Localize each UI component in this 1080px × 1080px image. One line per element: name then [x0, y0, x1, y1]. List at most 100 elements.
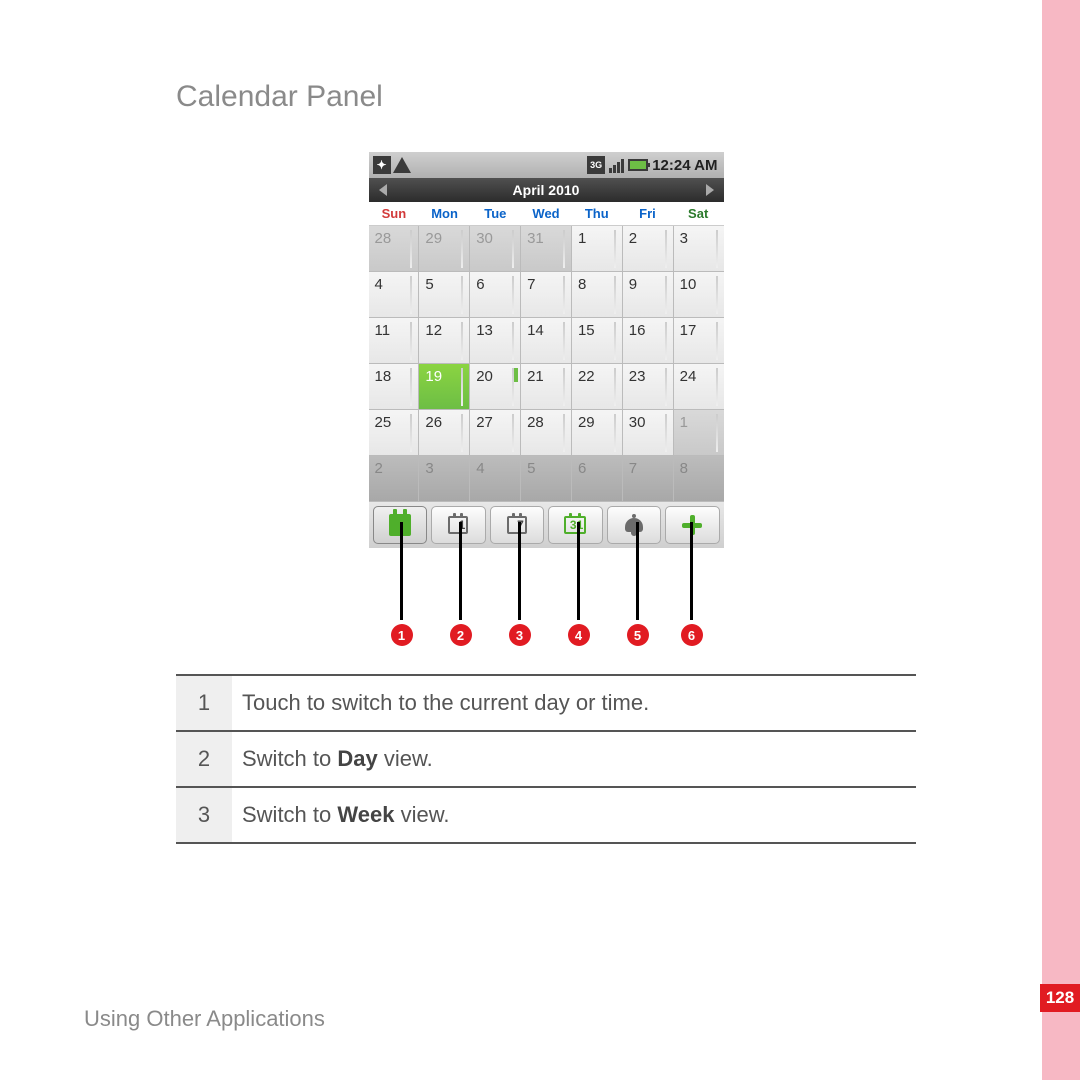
footer-section-title: Using Other Applications — [84, 1006, 325, 1032]
day-number: 1 — [578, 230, 586, 247]
day-number: 5 — [527, 460, 535, 477]
day-number: 14 — [527, 322, 544, 339]
calendar-day[interactable]: 25 — [369, 410, 420, 456]
callout-badge: 6 — [681, 624, 703, 646]
page-number-badge: 128 — [1040, 984, 1080, 1012]
calendar-day[interactable]: 8 — [674, 456, 724, 502]
day-number: 20 — [476, 368, 493, 385]
callout-line — [459, 522, 462, 620]
calendar-day[interactable]: 17 — [674, 318, 724, 364]
reminders-button[interactable] — [607, 506, 662, 544]
calendar-day[interactable]: 29 — [419, 226, 470, 272]
phone-screenshot: ✦ 3G 12:24 AM April 2010 SunMonTueWedThu… — [369, 152, 724, 548]
calendar-day[interactable]: 16 — [623, 318, 674, 364]
calendar-day[interactable]: 9 — [623, 272, 674, 318]
callout-badge: 4 — [568, 624, 590, 646]
calendar-day[interactable]: 4 — [470, 456, 521, 502]
calendar-day[interactable]: 29 — [572, 410, 623, 456]
network-icon: 3G — [587, 156, 605, 174]
calendar-day[interactable]: 28 — [369, 226, 420, 272]
prev-month-icon[interactable] — [379, 184, 387, 196]
day-name: Thu — [571, 202, 622, 225]
warning-icon — [393, 157, 411, 173]
day-number: 11 — [375, 322, 391, 339]
day-number: 30 — [629, 414, 646, 431]
month-header: April 2010 — [369, 178, 724, 202]
calendar-day[interactable]: 12 — [419, 318, 470, 364]
legend-number: 1 — [176, 675, 232, 731]
side-tab-bar — [1042, 0, 1080, 1080]
calendar-toolbar: 1 7 31 — [369, 502, 724, 548]
day-number: 29 — [425, 230, 442, 247]
next-month-icon[interactable] — [706, 184, 714, 196]
calendar-day[interactable]: 8 — [572, 272, 623, 318]
calendar-day[interactable]: 18 — [369, 364, 420, 410]
day-number: 12 — [425, 322, 442, 339]
calendar-day[interactable]: 6 — [470, 272, 521, 318]
status-bar: ✦ 3G 12:24 AM — [369, 152, 724, 178]
battery-icon — [628, 159, 648, 171]
day-number: 4 — [375, 276, 383, 293]
callout-line — [690, 522, 693, 620]
day-name: Wed — [521, 202, 572, 225]
calendar-day[interactable]: 27 — [470, 410, 521, 456]
calendar-day[interactable]: 14 — [521, 318, 572, 364]
day-number: 3 — [680, 230, 688, 247]
calendar-day[interactable]: 6 — [572, 456, 623, 502]
calendar-day[interactable]: 2 — [369, 456, 420, 502]
month-view-icon: 31 — [564, 516, 586, 534]
status-clock: 12:24 AM — [652, 157, 717, 174]
month-label: April 2010 — [513, 182, 580, 198]
day-number: 7 — [527, 276, 535, 293]
calendar-day[interactable]: 1 — [572, 226, 623, 272]
day-number: 3 — [425, 460, 433, 477]
callout-line — [636, 522, 639, 620]
day-number: 26 — [425, 414, 442, 431]
callout-badge: 1 — [391, 624, 413, 646]
day-number: 6 — [578, 460, 586, 477]
day-number: 30 — [476, 230, 493, 247]
day-name: Tue — [470, 202, 521, 225]
calendar-day[interactable]: 13 — [470, 318, 521, 364]
calendar-day[interactable]: 15 — [572, 318, 623, 364]
legend-row: 1Touch to switch to the current day or t… — [176, 675, 916, 731]
calendar-day[interactable]: 1 — [674, 410, 724, 456]
calendar-day[interactable]: 5 — [419, 272, 470, 318]
day-number: 29 — [578, 414, 595, 431]
calendar-day[interactable]: 7 — [623, 456, 674, 502]
calendar-day[interactable]: 20 — [470, 364, 521, 410]
calendar-day[interactable]: 28 — [521, 410, 572, 456]
calendar-day[interactable]: 26 — [419, 410, 470, 456]
calendar-day[interactable]: 4 — [369, 272, 420, 318]
legend-number: 2 — [176, 731, 232, 787]
calendar-day[interactable]: 19 — [419, 364, 470, 410]
day-number: 21 — [527, 368, 544, 385]
calendar-day[interactable]: 7 — [521, 272, 572, 318]
legend-row: 2Switch to Day view. — [176, 731, 916, 787]
calendar-day[interactable]: 3 — [674, 226, 724, 272]
calendar-day[interactable]: 21 — [521, 364, 572, 410]
day-number: 4 — [476, 460, 484, 477]
day-number: 1 — [680, 414, 688, 431]
month-view-button[interactable]: 31 — [548, 506, 603, 544]
calendar-day[interactable]: 30 — [470, 226, 521, 272]
calendar-day[interactable]: 3 — [419, 456, 470, 502]
calendar-day[interactable]: 2 — [623, 226, 674, 272]
day-name: Sun — [369, 202, 420, 225]
day-name: Fri — [622, 202, 673, 225]
calendar-day[interactable]: 11 — [369, 318, 420, 364]
calendar-day[interactable]: 31 — [521, 226, 572, 272]
calendar-day[interactable]: 10 — [674, 272, 724, 318]
calendar-day[interactable]: 24 — [674, 364, 724, 410]
calendar-day[interactable]: 23 — [623, 364, 674, 410]
day-number: 18 — [375, 368, 392, 385]
callout-badge: 5 — [627, 624, 649, 646]
usb-icon: ✦ — [373, 156, 391, 174]
day-number: 13 — [476, 322, 493, 339]
legend-text: Switch to Week view. — [232, 787, 916, 843]
calendar-day[interactable]: 5 — [521, 456, 572, 502]
calendar-day[interactable]: 22 — [572, 364, 623, 410]
day-number: 28 — [527, 414, 544, 431]
day-number: 8 — [578, 276, 586, 293]
calendar-day[interactable]: 30 — [623, 410, 674, 456]
